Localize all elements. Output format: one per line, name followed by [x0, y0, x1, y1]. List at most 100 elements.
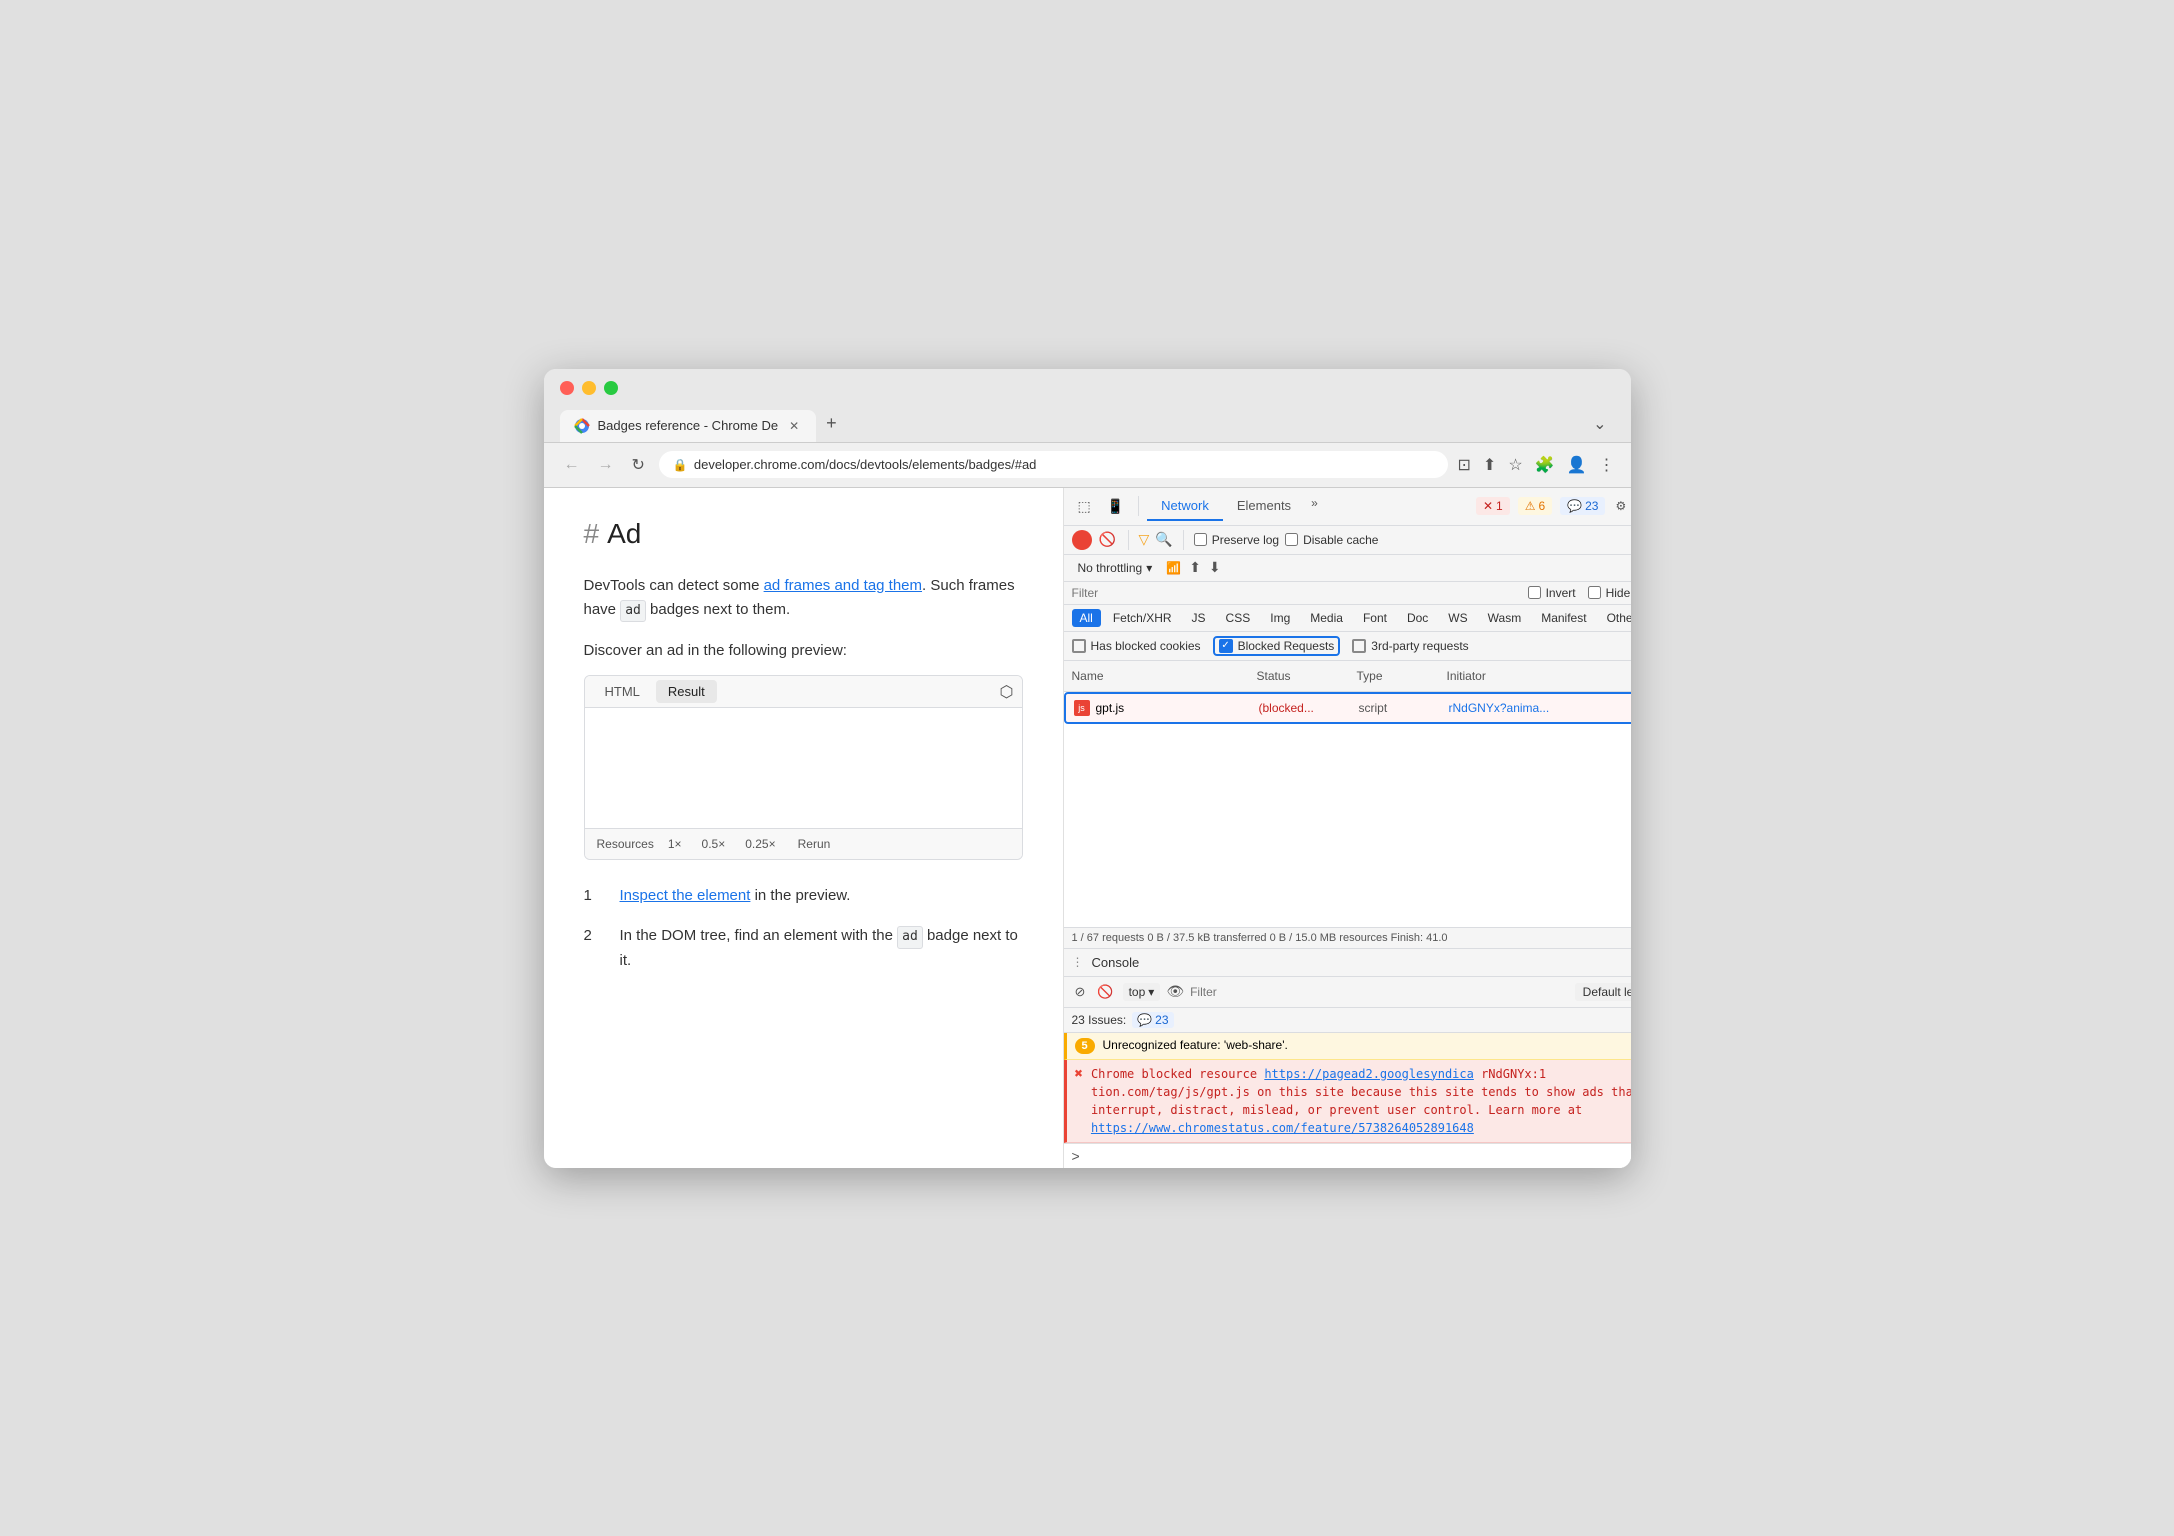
disable-cache-checkbox[interactable]: Disable cache — [1285, 533, 1378, 547]
console-badge[interactable]: 💬 23 — [1560, 497, 1605, 515]
type-doc[interactable]: Doc — [1399, 609, 1436, 627]
cursor-tool-button[interactable]: ⬚ — [1072, 494, 1097, 519]
type-all[interactable]: All — [1072, 609, 1101, 627]
console-clear-button[interactable]: ⊘ — [1072, 981, 1089, 1003]
console-eye-button[interactable]: 👁 — [1166, 983, 1184, 1000]
blocked-requests-checkbox[interactable]: ✓ — [1219, 639, 1233, 653]
console-filter-input[interactable] — [1190, 985, 1569, 999]
type-css[interactable]: CSS — [1218, 609, 1259, 627]
tab-close-button[interactable]: ✕ — [786, 418, 802, 434]
console-prompt: > — [1064, 1143, 1631, 1168]
console-input[interactable] — [1086, 1149, 1631, 1163]
new-tab-button[interactable]: + — [818, 405, 845, 442]
warning-text: Unrecognized feature: 'web-share'. — [1103, 1038, 1288, 1052]
console-icon: 💬 — [1567, 499, 1582, 513]
close-button[interactable] — [560, 381, 574, 395]
menu-icon[interactable]: ⋮ — [1599, 455, 1615, 475]
para1-after: badges next to them. — [646, 601, 790, 618]
error-badge[interactable]: ✕ 1 — [1476, 497, 1510, 515]
throttle-select[interactable]: No throttling ▾ — [1072, 559, 1159, 577]
forward-button[interactable]: → — [594, 452, 618, 478]
has-blocked-cookies-label[interactable]: Has blocked cookies — [1072, 639, 1201, 653]
filter-input[interactable] — [1072, 586, 1520, 600]
blocked-requests-label[interactable]: ✓ Blocked Requests — [1219, 639, 1335, 653]
row-waterfall-cell — [1626, 694, 1631, 722]
error-link2[interactable]: https://www.chromestatus.com/feature/573… — [1091, 1121, 1474, 1135]
hide-data-urls-checkbox[interactable]: Hide data URLs — [1588, 586, 1631, 600]
tab-network[interactable]: Network — [1147, 492, 1223, 521]
row-initiator-cell: rNdGNYx?anima... — [1441, 694, 1626, 722]
throttle-label: No throttling — [1078, 561, 1143, 575]
share-icon[interactable]: ⬆ — [1483, 455, 1496, 475]
record-button[interactable] — [1072, 530, 1092, 550]
invert-input[interactable] — [1528, 586, 1541, 599]
tab-elements[interactable]: Elements — [1223, 492, 1305, 521]
profile-icon[interactable]: 👤 — [1567, 455, 1587, 475]
preserve-log-input[interactable] — [1194, 533, 1207, 546]
warning-badge[interactable]: ⚠ 6 — [1518, 497, 1552, 515]
disable-cache-input[interactable] — [1285, 533, 1298, 546]
list-item-2: 2 In the DOM tree, find an element with … — [584, 924, 1023, 973]
minimize-button[interactable] — [582, 381, 596, 395]
type-js[interactable]: JS — [1184, 609, 1214, 627]
address-input[interactable]: 🔒 developer.chrome.com/docs/devtools/ele… — [659, 451, 1448, 478]
type-fetch-xhr[interactable]: Fetch/XHR — [1105, 609, 1180, 627]
tab-html[interactable]: HTML — [593, 680, 652, 703]
devtools-settings-button[interactable]: ⚙ — [1609, 495, 1630, 517]
browser-toolbar: ⊡ ⬆ ☆ 🧩 👤 ⋮ — [1458, 455, 1615, 475]
rerun-button[interactable]: Rerun — [790, 835, 839, 853]
console-drag-handle[interactable]: ⋮ — [1072, 955, 1084, 969]
filter-icon[interactable]: ▽ — [1139, 531, 1150, 548]
list-item-1-after: in the preview. — [750, 887, 850, 904]
preserve-log-checkbox[interactable]: Preserve log — [1194, 533, 1279, 547]
bookmark-icon[interactable]: ☆ — [1508, 455, 1522, 475]
active-tab[interactable]: Badges reference - Chrome De ✕ — [560, 410, 817, 442]
preserve-log-label: Preserve log — [1212, 533, 1279, 547]
console-block-button[interactable]: 🚫 — [1094, 981, 1116, 1003]
issues-badge[interactable]: 💬 23 — [1132, 1012, 1173, 1028]
browser-window: Badges reference - Chrome De ✕ + ⌄ ← → ↻… — [544, 369, 1631, 1168]
clear-button[interactable]: 🚫 — [1098, 530, 1118, 550]
list-number-1: 1 — [584, 884, 604, 908]
default-levels-label: Default levels — [1583, 985, 1631, 999]
hide-data-urls-input[interactable] — [1588, 586, 1601, 599]
type-wasm[interactable]: Wasm — [1480, 609, 1530, 627]
wifi-icon: 📶 — [1166, 561, 1181, 575]
ad-frames-link[interactable]: ad frames and tag them — [764, 577, 922, 594]
zoom-05x[interactable]: 0.5× — [696, 835, 732, 853]
type-other[interactable]: Other — [1599, 609, 1631, 627]
search-icon[interactable]: 🔍 — [1155, 531, 1172, 548]
third-party-checkbox[interactable] — [1352, 639, 1366, 653]
extensions-icon[interactable]: 🧩 — [1535, 455, 1555, 475]
table-row[interactable]: js gpt.js (blocked... script rNdGNYx?ani… — [1064, 692, 1631, 724]
back-button[interactable]: ← — [560, 452, 584, 478]
issues-label: 23 Issues: — [1072, 1013, 1127, 1027]
inspect-element-link[interactable]: Inspect the element — [620, 887, 751, 904]
device-tool-button[interactable]: 📱 — [1101, 494, 1130, 519]
type-ws[interactable]: WS — [1440, 609, 1475, 627]
error-icon: ✕ — [1483, 499, 1493, 513]
type-img[interactable]: Img — [1262, 609, 1298, 627]
type-manifest[interactable]: Manifest — [1533, 609, 1594, 627]
tab-result[interactable]: Result — [656, 680, 717, 703]
type-media[interactable]: Media — [1302, 609, 1351, 627]
zoom-025x[interactable]: 0.25× — [739, 835, 781, 853]
default-levels-selector[interactable]: Default levels ▾ — [1575, 983, 1631, 1001]
refresh-button[interactable]: ↻ — [628, 451, 649, 479]
console-target-selector[interactable]: top ▾ — [1123, 983, 1161, 1001]
more-tabs-button[interactable]: » — [1305, 492, 1324, 521]
zoom-1x[interactable]: 1× — [662, 835, 688, 853]
col-name: Name — [1064, 665, 1249, 687]
error-count: 1 — [1496, 499, 1503, 513]
invert-checkbox[interactable]: Invert — [1528, 586, 1576, 600]
type-font[interactable]: Font — [1355, 609, 1395, 627]
has-blocked-cookies-checkbox[interactable] — [1072, 639, 1086, 653]
preview-3d-icon[interactable]: ⬡ — [1000, 682, 1014, 702]
cast-icon[interactable]: ⊡ — [1458, 455, 1471, 475]
instructions-list: 1 Inspect the element in the preview. 2 … — [584, 884, 1023, 973]
maximize-button[interactable] — [604, 381, 618, 395]
console-target-chevron: ▾ — [1148, 985, 1154, 999]
tab-menu-button[interactable]: ⌄ — [1585, 406, 1614, 442]
error-link1[interactable]: https://pagead2.googlesyndica — [1264, 1067, 1474, 1081]
third-party-label[interactable]: 3rd-party requests — [1352, 639, 1468, 653]
